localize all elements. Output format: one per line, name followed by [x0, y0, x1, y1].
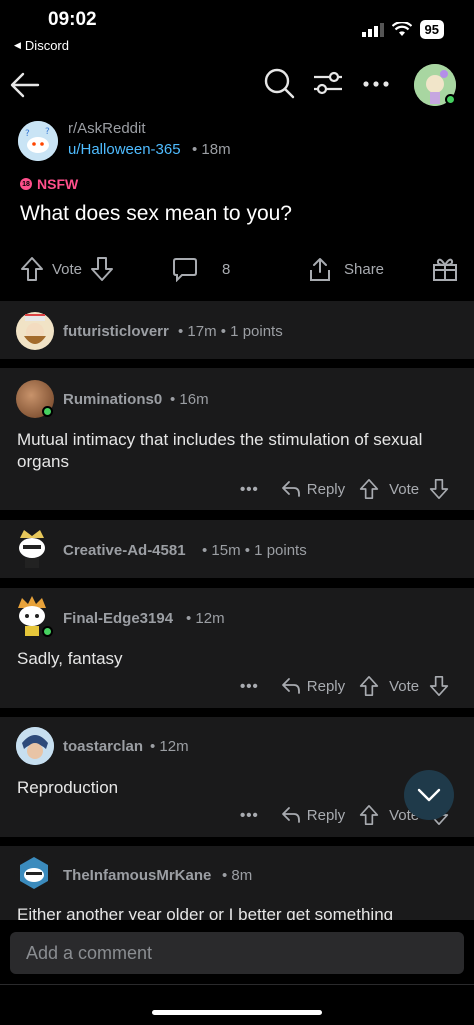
chevron-down-icon	[417, 788, 441, 802]
post-vote-group: Vote	[20, 256, 114, 282]
comment-actions: ••• Reply Vote	[240, 675, 463, 697]
vote-label: Vote	[389, 677, 420, 695]
commenter-avatar[interactable]	[14, 853, 52, 891]
online-status-icon	[42, 626, 53, 637]
signal-icon	[361, 22, 384, 37]
vote-label: Vote	[389, 480, 420, 498]
reply-icon	[281, 678, 300, 694]
post-title: What does sex mean to you?	[20, 202, 292, 225]
more-options-icon[interactable]: •••	[240, 678, 259, 695]
post-author[interactable]: u/Halloween-365	[68, 141, 181, 158]
upvote-icon[interactable]	[359, 804, 379, 826]
upvote-icon[interactable]	[359, 478, 379, 500]
share-label: Share	[344, 260, 385, 278]
svg-text:?: ?	[25, 129, 30, 139]
downvote-icon[interactable]	[90, 256, 114, 282]
comment-username[interactable]: futuristicloverr	[63, 323, 169, 340]
downvote-icon[interactable]	[429, 675, 449, 697]
home-indicator[interactable]	[152, 1010, 322, 1015]
avatar-illustration-icon	[16, 727, 54, 765]
comment-body: Reproduction	[17, 778, 119, 797]
comment-vote-group: Vote	[359, 675, 449, 697]
comment-meta: • 12m	[186, 610, 225, 627]
reply-button[interactable]: Reply	[281, 806, 345, 824]
comment-body: Sadly, fantasy	[17, 649, 123, 668]
comment-username[interactable]: TheInfamousMrKane	[63, 867, 211, 884]
divider	[0, 984, 474, 985]
sort-icon[interactable]	[312, 68, 344, 98]
status-time: 09:02	[48, 9, 97, 30]
back-to-app[interactable]: ◀ Discord	[14, 38, 69, 53]
nsfw-icon: 18	[20, 178, 32, 190]
back-app-label: Discord	[24, 38, 69, 53]
award-gift-icon[interactable]	[432, 256, 458, 282]
comment-vote-group: Vote	[359, 478, 449, 500]
commenter-avatar[interactable]	[12, 528, 50, 568]
comment-username[interactable]: Ruminations0	[63, 391, 162, 408]
online-status-icon	[445, 94, 456, 105]
subreddit-avatar[interactable]: ? ?	[18, 121, 58, 161]
comment-meta: • 17m • 1 points	[178, 323, 283, 340]
status-indicators: 95	[361, 20, 444, 39]
reply-label: Reply	[306, 677, 346, 695]
comment-meta: • 16m	[170, 391, 209, 408]
comment-username[interactable]: Creative-Ad-4581	[63, 542, 186, 559]
vote-label: Vote	[52, 260, 83, 278]
search-icon[interactable]	[262, 66, 296, 100]
comment-meta: • 15m • 1 points	[202, 542, 307, 559]
reply-label: Reply	[306, 806, 346, 824]
snoo-icon: ? ?	[18, 121, 58, 161]
wifi-icon	[391, 22, 412, 36]
comment-body: Either another year older or I better ge…	[17, 905, 394, 920]
share-icon	[310, 258, 330, 281]
upvote-icon[interactable]	[359, 675, 379, 697]
reply-button[interactable]: Reply	[281, 677, 345, 695]
reply-icon	[281, 807, 300, 823]
more-options-icon[interactable]: •••	[240, 481, 259, 498]
comment-username[interactable]: Final-Edge3194	[63, 610, 173, 627]
more-options-icon[interactable]: •••	[240, 807, 259, 824]
subreddit-name[interactable]: r/AskReddit	[68, 120, 146, 137]
reply-label: Reply	[306, 480, 346, 498]
arrow-left-icon[interactable]	[8, 68, 42, 102]
post-comments-button[interactable]: 8	[172, 256, 230, 282]
comment-count: 8	[222, 260, 231, 278]
comment-meta: • 12m	[150, 738, 189, 755]
reply-icon	[281, 481, 300, 497]
share-button[interactable]: Share	[308, 256, 384, 282]
commenter-avatar[interactable]	[16, 727, 54, 765]
comment-username[interactable]: toastarclan	[63, 738, 143, 755]
reply-button[interactable]: Reply	[281, 480, 345, 498]
add-comment-placeholder: Add a comment	[26, 942, 153, 963]
battery-level: 95	[419, 20, 444, 39]
add-comment-input[interactable]: Add a comment	[10, 932, 464, 974]
comment-body: Mutual intimacy that includes the stimul…	[17, 430, 423, 471]
nsfw-badge: 18 NSFW	[20, 176, 78, 192]
triangle-left-icon: ◀	[14, 40, 21, 50]
comment-meta: • 8m	[222, 867, 253, 884]
more-horizontal-icon[interactable]	[362, 70, 390, 98]
downvote-icon[interactable]	[429, 478, 449, 500]
scroll-next-comment-button[interactable]	[404, 770, 454, 820]
snoo-icon	[19, 530, 45, 568]
commenter-avatar[interactable]	[16, 312, 54, 350]
avatar-illustration-icon	[24, 314, 46, 344]
nsfw-label: NSFW	[37, 176, 79, 192]
svg-text:?: ?	[45, 127, 50, 137]
comment-icon	[173, 258, 197, 282]
post-age: • 18m	[192, 141, 231, 158]
online-status-icon	[42, 406, 53, 417]
upvote-icon[interactable]	[20, 256, 44, 282]
avatar-illustration-icon	[20, 857, 48, 889]
comment-actions: ••• Reply Vote	[240, 478, 463, 500]
